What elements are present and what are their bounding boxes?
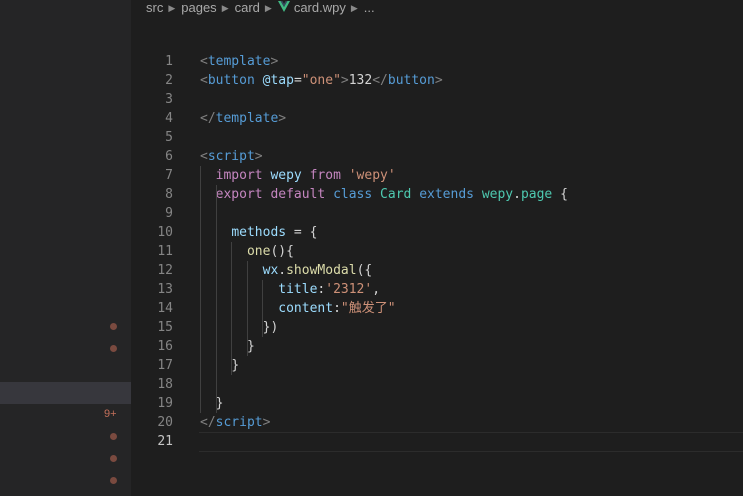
line-number: 9 [165, 206, 173, 221]
code-text: one(){ [246, 244, 294, 259]
code-text: title:'2312', [278, 282, 381, 297]
line-number: 3 [165, 92, 173, 107]
code-line[interactable]: 7 import wepy from 'wepy' [131, 166, 743, 185]
explorer-sidebar: 9+ [0, 0, 131, 496]
code-text: } [215, 396, 224, 411]
line-number: 13 [157, 282, 173, 297]
line-number: 16 [157, 339, 173, 354]
code-line[interactable]: 11 one(){ [131, 242, 743, 261]
code-text: wx.showModal({ [262, 263, 373, 278]
code-editor[interactable]: 1 <template> 2 <button @tap="one">132</butt… [131, 0, 743, 496]
code-line[interactable]: 6 <script> [131, 147, 743, 166]
code-line[interactable]: 5 [131, 128, 743, 147]
code-line[interactable]: 4 </template> [131, 109, 743, 128]
code-line[interactable]: 18 [131, 375, 743, 394]
line-number: 15 [157, 320, 173, 335]
line-number: 1 [165, 54, 173, 69]
code-line[interactable]: 9 [131, 204, 743, 223]
code-text: } [231, 358, 240, 373]
indent-guide [216, 185, 217, 413]
line-number: 8 [165, 187, 173, 202]
line-number: 21 [157, 434, 173, 449]
line-number: 10 [157, 225, 173, 240]
code-line[interactable]: 1 <template> [131, 52, 743, 71]
code-text: </script> [200, 415, 271, 430]
line-number: 6 [165, 149, 173, 164]
code-line[interactable]: 20 </script> [131, 413, 743, 432]
code-text: content:"触发了" [278, 301, 396, 316]
code-text: export default class Card extends wepy.p… [215, 187, 568, 202]
line-number: 19 [157, 396, 173, 411]
code-line[interactable]: 14 content:"触发了" [131, 299, 743, 318]
code-text: methods = { [231, 225, 318, 240]
dot-icon [110, 455, 117, 462]
dot-icon [110, 323, 117, 330]
line-number: 20 [157, 415, 173, 430]
code-line[interactable]: 16 } [131, 337, 743, 356]
code-line[interactable]: 21 [131, 432, 743, 451]
code-text: <template> [200, 54, 279, 69]
indent-guide [247, 261, 248, 356]
line-number: 11 [157, 244, 173, 259]
line-number: 4 [165, 111, 173, 126]
line-number: 14 [157, 301, 173, 316]
code-line[interactable]: 3 [131, 90, 743, 109]
indent-guide [200, 166, 201, 413]
indent-guide [262, 280, 263, 337]
code-text: </template> [200, 111, 287, 126]
problems-badge: 9+ [104, 408, 117, 420]
line-number: 2 [165, 73, 173, 88]
code-text: <script> [200, 149, 263, 164]
line-number: 12 [157, 263, 173, 278]
line-number: 18 [157, 377, 173, 392]
code-line[interactable]: 13 title:'2312', [131, 280, 743, 299]
line-number: 17 [157, 358, 173, 373]
dot-icon [110, 345, 117, 352]
line-number: 5 [165, 130, 173, 145]
dot-icon [110, 477, 117, 484]
sidebar-selected-item[interactable] [0, 382, 131, 404]
dot-icon [110, 433, 117, 440]
code-line[interactable]: 8 export default class Card extends wepy… [131, 185, 743, 204]
code-line[interactable]: 15 }) [131, 318, 743, 337]
code-line[interactable]: 10 methods = { [131, 223, 743, 242]
code-line[interactable]: 2 <button @tap="one">132</button> [131, 71, 743, 90]
code-line[interactable]: 19 } [131, 394, 743, 413]
code-text: import wepy from 'wepy' [215, 168, 396, 183]
code-line[interactable]: 17 } [131, 356, 743, 375]
indent-guide [231, 242, 232, 375]
line-number: 7 [165, 168, 173, 183]
code-text: }) [262, 320, 279, 335]
code-text: <button @tap="one">132</button> [200, 73, 443, 88]
code-line[interactable]: 12 wx.showModal({ [131, 261, 743, 280]
